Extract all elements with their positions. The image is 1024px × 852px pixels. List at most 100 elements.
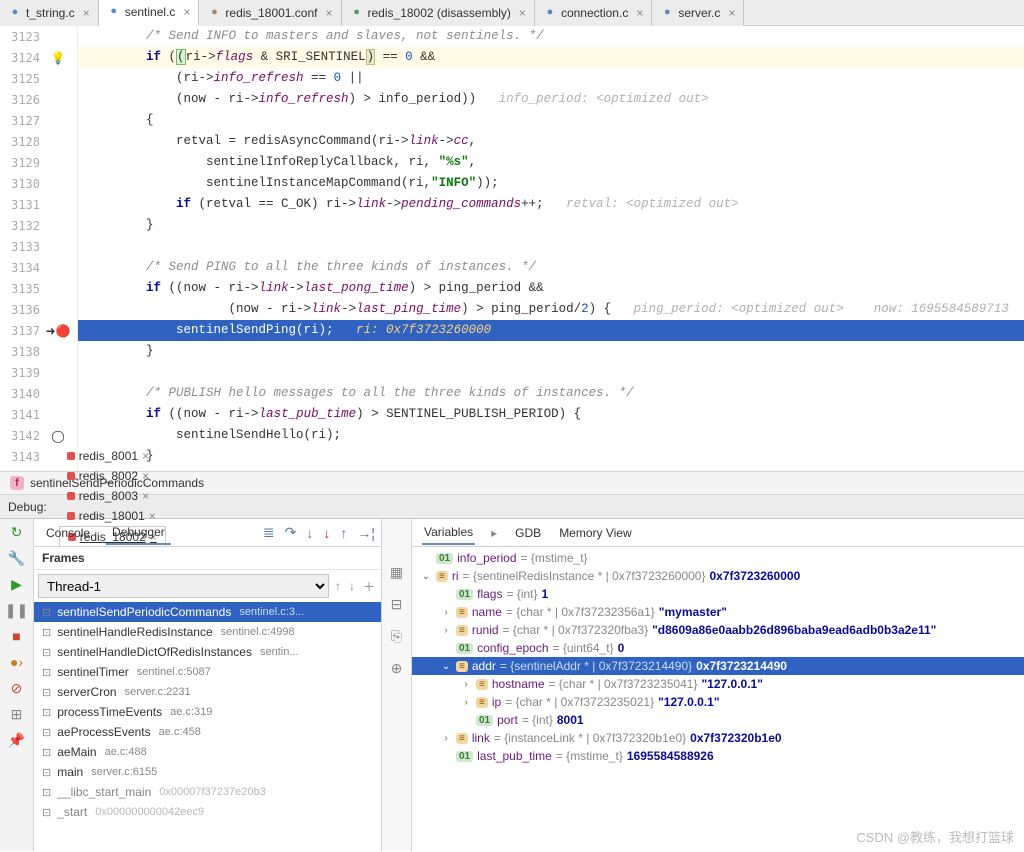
code-line[interactable]: } (78, 341, 1024, 362)
close-icon[interactable]: × (728, 6, 735, 20)
close-icon[interactable]: × (636, 6, 643, 20)
var-row[interactable]: ›≡ runid = {char * | 0x7f372320fba3} "d8… (412, 621, 1024, 639)
tab-gdb[interactable]: GDB (513, 522, 543, 544)
var-row[interactable]: 01 flags = {int} 1 (412, 585, 1024, 603)
var-row[interactable]: 01 port = {int} 8001 (412, 711, 1024, 729)
var-row[interactable]: 01 info_period = {mstime_t} (412, 549, 1024, 567)
close-icon[interactable]: × (142, 449, 149, 463)
var-row[interactable]: 01 config_epoch = {uint64_t} 0 (412, 639, 1024, 657)
expand-icon[interactable]: ⌄ (440, 661, 452, 672)
expand-icon[interactable]: › (460, 697, 472, 708)
stack-frame[interactable]: ⊡sentinelTimer sentinel.c:5087 (34, 662, 381, 682)
code-line[interactable]: /* Send INFO to masters and slaves, not … (78, 26, 1024, 47)
editor-tab-connection-c[interactable]: ●connection.c× (535, 0, 652, 26)
var-row[interactable]: ›≡ ip = {char * | 0x7f3723235021} "127.0… (412, 693, 1024, 711)
debugger-tab[interactable]: Debugger (106, 521, 171, 545)
code-line[interactable]: (ri->info_refresh == 0 || (78, 68, 1024, 89)
force-step-into-button[interactable]: ↓ (323, 525, 330, 541)
var-row[interactable]: ⌄≡ addr = {sentinelAddr * | 0x7f37232144… (412, 657, 1024, 675)
close-icon[interactable]: × (183, 5, 190, 19)
step-into-button[interactable]: ↷ (285, 524, 297, 541)
code-line[interactable]: sentinelInfoReplyCallback, ri, "%s", (78, 152, 1024, 173)
code-line[interactable]: retval = redisAsyncCommand(ri->link->cc, (78, 131, 1024, 152)
code-line[interactable]: (now - ri->link->last_ping_time) > ping_… (78, 299, 1024, 320)
expand-icon[interactable]: ⌄ (420, 571, 432, 582)
code-line[interactable]: if ((now - ri->link->last_pong_time) > p… (78, 278, 1024, 299)
code-line[interactable]: /* Send PING to all the three kinds of i… (78, 257, 1024, 278)
layout-button[interactable]: ⊞ (8, 705, 26, 723)
stack-frame[interactable]: ⊡__libc_start_main 0x00007f37237e20b3 (34, 782, 381, 802)
step-out-button[interactable]: ↑ (340, 525, 347, 541)
code-line[interactable] (78, 236, 1024, 257)
editor-tab-redis-18002--disassembly-[interactable]: ●redis_18002 (disassembly)× (342, 0, 535, 26)
layout2-button[interactable]: ⊟ (388, 595, 406, 613)
var-row[interactable]: ›≡ link = {instanceLink * | 0x7f372320b1… (412, 729, 1024, 747)
run-to-cursor-button[interactable]: →¦ (357, 525, 375, 541)
stack-frame[interactable]: ⊡sentinelHandleRedisInstance sentinel.c:… (34, 622, 381, 642)
gutter-mark[interactable]: 💡 (44, 51, 72, 65)
debug-tab-redis_8002[interactable]: redis_8002 × (59, 466, 166, 486)
expand-icon[interactable]: › (460, 679, 472, 690)
tab-memory[interactable]: Memory View (557, 522, 633, 544)
code-line[interactable]: (now - ri->info_refresh) > info_period))… (78, 89, 1024, 110)
step-over-button[interactable]: ≣ (263, 524, 275, 541)
mute-breakpoints-button[interactable]: ⊘ (8, 679, 26, 697)
editor-tab-sentinel-c[interactable]: ●sentinel.c× (99, 0, 200, 26)
resume-button[interactable]: ▶ (8, 575, 26, 593)
close-icon[interactable]: × (142, 489, 149, 503)
close-icon[interactable]: × (326, 6, 333, 20)
stop-button[interactable]: ■ (8, 627, 26, 645)
view-breakpoints-button[interactable]: ●› (8, 653, 26, 671)
expand-icon[interactable]: › (440, 607, 452, 618)
settings-button[interactable]: 🔧 (8, 549, 26, 567)
add-button[interactable]: ＋ (361, 578, 377, 595)
expand-icon[interactable]: › (440, 625, 452, 636)
code-line[interactable]: /* PUBLISH hello messages to all the thr… (78, 383, 1024, 404)
stack-frame[interactable]: ⊡serverCron server.c:2231 (34, 682, 381, 702)
editor-tab-redis-18001-conf[interactable]: ●redis_18001.conf× (199, 0, 341, 26)
editor-tab-t-string-c[interactable]: ●t_string.c× (0, 0, 99, 26)
code-line[interactable]: if ((ri->flags & SRI_SENTINEL) == 0 && (78, 47, 1024, 68)
stack-frame[interactable]: ⊡aeProcessEvents ae.c:458 (34, 722, 381, 742)
copy-button[interactable]: ⎘ (388, 627, 406, 645)
editor-tab-server-c[interactable]: ●server.c× (652, 0, 744, 26)
code-line[interactable] (78, 362, 1024, 383)
gutter-mark[interactable]: ➜🔴 (44, 324, 72, 338)
stack-frame[interactable]: ⊡processTimeEvents ae.c:319 (34, 702, 381, 722)
code-line[interactable]: { (78, 110, 1024, 131)
rerun-button[interactable]: ↻ (8, 523, 26, 541)
var-row[interactable]: ›≡ hostname = {char * | 0x7f3723235041} … (412, 675, 1024, 693)
debug-tab-redis_8001[interactable]: redis_8001 × (59, 446, 166, 466)
prev-frame-button[interactable]: ↑ (333, 579, 343, 593)
code-line[interactable]: sentinelSendHello(ri); (78, 425, 1024, 446)
code-line[interactable]: sentinelInstanceMapCommand(ri,"INFO")); (78, 173, 1024, 194)
debug-tab-redis_8003[interactable]: redis_8003 × (59, 486, 166, 506)
close-icon[interactable]: × (83, 6, 90, 20)
console-tab[interactable]: Console (40, 522, 96, 544)
stack-frame[interactable]: ⊡aeMain ae.c:488 (34, 742, 381, 762)
pause-button[interactable]: ❚❚ (8, 601, 26, 619)
var-row[interactable]: 01 last_pub_time = {mstime_t} 1695584588… (412, 747, 1024, 765)
var-row[interactable]: ›≡ name = {char * | 0x7f37232356a1} "mym… (412, 603, 1024, 621)
thread-select[interactable]: Thread-1 (38, 574, 329, 598)
link-button[interactable]: ⊕ (388, 659, 406, 677)
pin-button[interactable]: 📌 (8, 731, 26, 749)
code-line[interactable]: } (78, 446, 1024, 467)
close-icon[interactable]: × (142, 469, 149, 483)
stack-frame[interactable]: ⊡sentinelHandleDictOfRedisInstances sent… (34, 642, 381, 662)
code-line[interactable]: if ((now - ri->last_pub_time) > SENTINEL… (78, 404, 1024, 425)
next-frame-button[interactable]: ↓ (347, 579, 357, 593)
code-area[interactable]: /* Send INFO to masters and slaves, not … (78, 26, 1024, 471)
grid-button[interactable]: ▦ (388, 563, 406, 581)
step-into-my-button[interactable]: ↓ (306, 525, 313, 541)
stack-frame[interactable]: ⊡_start 0x000000000042eec9 (34, 802, 381, 822)
gutter-mark[interactable]: ◯ (44, 429, 72, 443)
stack-frame[interactable]: ⊡main server.c:6155 (34, 762, 381, 782)
tab-variables[interactable]: Variables (422, 521, 475, 545)
code-line[interactable]: } (78, 215, 1024, 236)
code-line[interactable]: sentinelSendPing(ri); ri: 0x7f3723260000 (78, 320, 1024, 341)
code-line[interactable]: if (retval == C_OK) ri->link->pending_co… (78, 194, 1024, 215)
var-row[interactable]: ⌄≡ ri = {sentinelRedisInstance * | 0x7f3… (412, 567, 1024, 585)
expand-icon[interactable]: › (440, 733, 452, 744)
stack-frame[interactable]: ⊡sentinelSendPeriodicCommands sentinel.c… (34, 602, 381, 622)
